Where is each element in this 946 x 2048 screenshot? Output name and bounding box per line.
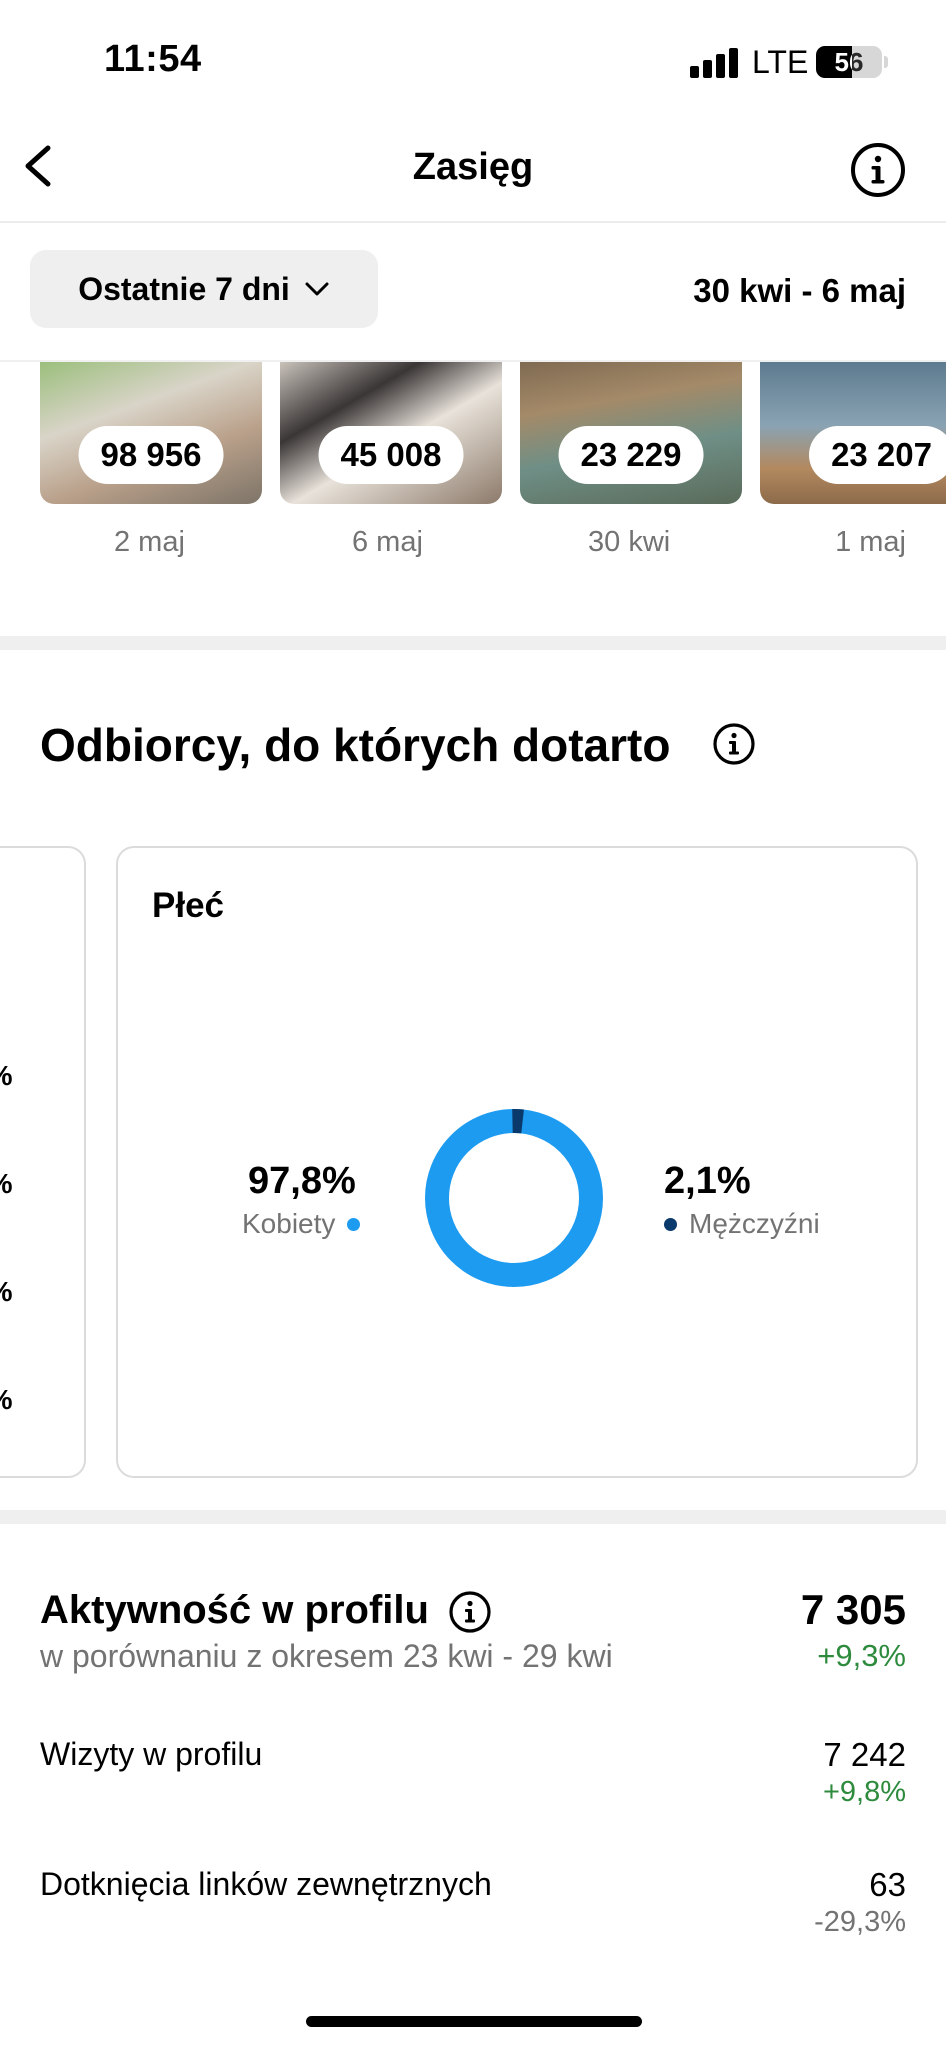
- men-label: Mężczyźni: [689, 1208, 820, 1239]
- battery-icon: 56: [816, 46, 882, 78]
- network-type: LTE: [752, 44, 809, 80]
- reach-badge: 45 008: [318, 426, 464, 484]
- donut-segment-women: [425, 1109, 603, 1287]
- content-date: 1 maj: [835, 526, 906, 558]
- age-range-percent: 9%: [0, 1060, 12, 1092]
- profile-activity-value: 7 305: [800, 1586, 906, 1633]
- profile-activity-info-button[interactable]: [448, 1590, 492, 1634]
- content-date: 6 maj: [352, 526, 423, 558]
- cellular-signal-icon: [690, 48, 740, 78]
- gender-donut-chart: [425, 1109, 603, 1287]
- nav-divider: [0, 221, 946, 223]
- date-range-text: 30 kwi - 6 maj: [693, 272, 906, 309]
- info-circle-icon: [851, 143, 905, 197]
- profile-activity-title: Aktywność w profilu: [40, 1588, 429, 1632]
- profile-visits-change: +9,8%: [822, 1776, 906, 1808]
- external-link-taps-label: Dotknięcia linków zewnętrznych: [40, 1866, 492, 1902]
- external-link-taps-change: -29,3%: [814, 1906, 906, 1938]
- external-link-taps-value: 63: [869, 1866, 906, 1903]
- info-circle-icon: [449, 1591, 491, 1633]
- gender-card-title: Płeć: [152, 886, 224, 925]
- battery-level: 56: [834, 47, 864, 77]
- info-button[interactable]: [850, 142, 906, 198]
- info-circle-icon: [713, 723, 755, 765]
- page-title: Zasięg: [412, 146, 534, 188]
- audience-info-button[interactable]: [712, 722, 756, 766]
- age-range-card[interactable]: 9% 2% 6% 7%: [0, 846, 86, 1478]
- age-range-percent: 6%: [0, 1276, 12, 1308]
- date-range-dropdown-label: Ostatnie 7 dni: [78, 270, 290, 307]
- home-indicator[interactable]: [306, 2016, 642, 2027]
- profile-visits-value: 7 242: [823, 1736, 906, 1773]
- content-thumbnail[interactable]: 98 956: [40, 362, 262, 504]
- battery-tip: [884, 56, 888, 68]
- chevron-down-icon: [305, 282, 329, 296]
- content-thumbnail[interactable]: 23 207: [760, 362, 946, 504]
- status-time: 11:54: [104, 38, 202, 80]
- profile-activity-change: +9,3%: [817, 1638, 906, 1673]
- date-range-dropdown[interactable]: Ostatnie 7 dni: [30, 250, 378, 328]
- profile-activity-comparison: w porównaniu z okresem 23 kwi - 29 kwi: [40, 1638, 613, 1674]
- men-legend: Mężczyźni: [664, 1208, 820, 1240]
- men-legend-dot: [664, 1217, 677, 1231]
- section-separator: [0, 636, 946, 650]
- audience-section-title: Odbiorcy, do których dotarto: [40, 719, 671, 771]
- content-date: 30 kwi: [588, 526, 671, 558]
- women-percent: 97,8%: [248, 1160, 356, 1202]
- content-date: 2 maj: [114, 526, 185, 558]
- women-legend-dot: [347, 1217, 361, 1231]
- content-thumbnail[interactable]: 23 229: [520, 362, 742, 504]
- reach-badge: 98 956: [78, 426, 224, 484]
- reach-badge: 23 229: [558, 426, 704, 484]
- profile-visits-label: Wizyty w profilu: [40, 1736, 263, 1772]
- reach-badge: 23 207: [809, 426, 946, 484]
- age-range-percent: 2%: [0, 1168, 12, 1200]
- section-separator: [0, 1510, 946, 1524]
- women-legend: Kobiety: [242, 1208, 361, 1240]
- men-percent: 2,1%: [664, 1160, 751, 1202]
- women-label: Kobiety: [242, 1208, 336, 1239]
- age-range-percent: 7%: [0, 1384, 12, 1416]
- content-thumbnail[interactable]: 45 008: [280, 362, 502, 504]
